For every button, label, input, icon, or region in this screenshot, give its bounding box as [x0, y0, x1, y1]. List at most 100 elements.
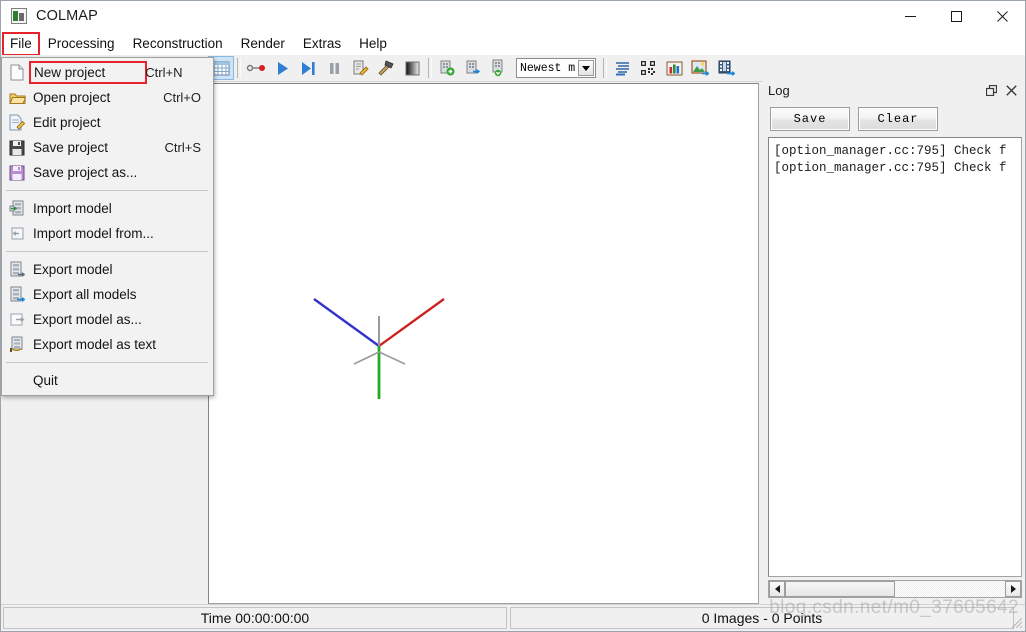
- menu-item-new-project[interactable]: New project Ctrl+N: [2, 60, 213, 85]
- reconstruct-step-icon[interactable]: [295, 56, 321, 80]
- show-log-icon[interactable]: [609, 56, 635, 80]
- minimize-button[interactable]: [887, 1, 933, 32]
- open-folder-icon: [6, 88, 28, 108]
- menu-item-label: Import model from...: [33, 226, 201, 241]
- menu-item-save-project[interactable]: Save project Ctrl+S: [2, 135, 213, 160]
- menu-item-shortcut: Ctrl+S: [165, 140, 213, 155]
- menu-item-edit-project[interactable]: Edit project: [2, 110, 213, 135]
- log-panel-title: Log: [768, 83, 790, 98]
- pause-reconstruction-icon[interactable]: [321, 56, 347, 80]
- grab-image-icon[interactable]: [687, 56, 713, 80]
- save-floppy-icon: [6, 138, 28, 158]
- log-text-area[interactable]: [option_manager.cc:795] Check f [option_…: [768, 137, 1022, 577]
- menu-extras[interactable]: Extras: [294, 33, 350, 55]
- status-bar: Time 00:00:00:00 0 Images - 0 Points: [1, 604, 1025, 631]
- dense-reconstruction-icon[interactable]: [399, 56, 425, 80]
- menu-processing[interactable]: Processing: [39, 33, 124, 55]
- import-model-icon: [6, 199, 28, 219]
- previous-model-icon[interactable]: [486, 56, 512, 80]
- save-as-floppy-icon: [6, 163, 28, 183]
- bundle-adjustment-hammer-icon[interactable]: [373, 56, 399, 80]
- menu-item-import-model[interactable]: Import model: [2, 196, 213, 221]
- add-model-icon[interactable]: [434, 56, 460, 80]
- export-all-models-icon: [6, 285, 28, 305]
- menu-item-label: Export model as text: [33, 337, 201, 352]
- status-time: Time 00:00:00:00: [3, 607, 507, 629]
- export-model-as-text-icon: [6, 335, 28, 355]
- menu-item-import-model-from[interactable]: Import model from...: [2, 221, 213, 246]
- menu-separator: [6, 251, 208, 252]
- menu-item-label: Edit project: [33, 115, 201, 130]
- model-viewer[interactable]: [208, 83, 759, 604]
- toolbar-separator-3: [600, 57, 609, 79]
- menu-item-label: Save project as...: [33, 165, 201, 180]
- scrollbar-track[interactable]: [785, 581, 1005, 597]
- menu-item-label: Export all models: [33, 287, 201, 302]
- window-controls: [887, 1, 1025, 32]
- reconstruction-options-icon[interactable]: [347, 56, 373, 80]
- resize-grip[interactable]: [1009, 615, 1023, 629]
- import-model-from-icon: [6, 224, 28, 244]
- menu-item-label: Save project: [33, 140, 165, 155]
- title-bar: COLMAP: [1, 1, 1025, 32]
- menu-item-save-project-as[interactable]: Save project as...: [2, 160, 213, 185]
- menu-file[interactable]: File: [3, 33, 39, 55]
- menu-item-label: Open project: [33, 90, 163, 105]
- menu-item-label: Import model: [33, 201, 201, 216]
- maximize-button[interactable]: [933, 1, 979, 32]
- status-stats: 0 Images - 0 Points: [510, 607, 1014, 629]
- toolbar-separator-2: [425, 57, 434, 79]
- menu-item-label: Export model as...: [33, 312, 201, 327]
- coordinate-axes-gizmo: [209, 84, 758, 603]
- model-selector-value: Newest m: [517, 62, 578, 75]
- menu-item-shortcut: Ctrl+O: [163, 90, 213, 105]
- statistics-chart-icon[interactable]: [661, 56, 687, 80]
- edit-document-icon: [6, 113, 28, 133]
- menu-separator: [6, 362, 208, 363]
- menu-reconstruction[interactable]: Reconstruction: [124, 33, 232, 55]
- menu-item-quit[interactable]: Quit: [2, 368, 213, 393]
- grab-movie-icon[interactable]: [713, 56, 739, 80]
- export-model-as-icon: [6, 310, 28, 330]
- menu-item-export-model[interactable]: Export model: [2, 257, 213, 282]
- colmap-app-icon: [11, 8, 27, 24]
- menu-separator: [6, 190, 208, 191]
- undock-icon[interactable]: [983, 82, 999, 98]
- file-menu-dropdown: New project Ctrl+N Open project Ctrl+O: [1, 57, 214, 396]
- menu-item-export-model-as[interactable]: Export model as...: [2, 307, 213, 332]
- menu-item-open-project[interactable]: Open project Ctrl+O: [2, 85, 213, 110]
- menu-item-label: Quit: [33, 373, 201, 388]
- new-document-icon: [6, 63, 28, 83]
- next-model-icon[interactable]: [460, 56, 486, 80]
- log-actions: Save Clear: [763, 101, 1025, 131]
- chevron-down-icon[interactable]: [578, 60, 594, 76]
- menu-item-label: New project: [31, 63, 145, 82]
- menu-item-shortcut: Ctrl+N: [145, 65, 194, 80]
- scroll-left-arrow[interactable]: [769, 581, 785, 597]
- window-title: COLMAP: [36, 8, 98, 24]
- log-horizontal-scrollbar[interactable]: [768, 580, 1022, 598]
- menu-help[interactable]: Help: [350, 33, 396, 55]
- close-button[interactable]: [979, 1, 1025, 32]
- save-log-button[interactable]: Save: [770, 107, 850, 131]
- colmap-window: COLMAP File Processing Reconstruction Re…: [0, 0, 1026, 632]
- log-panel: Log Save Clear: [763, 79, 1025, 606]
- scroll-right-arrow[interactable]: [1005, 581, 1021, 597]
- scrollbar-thumb[interactable]: [785, 581, 895, 597]
- feature-extraction-icon[interactable]: [243, 56, 269, 80]
- log-line: [option_manager.cc:795] Check f: [774, 160, 1021, 177]
- menu-item-export-all-models[interactable]: Export all models: [2, 282, 213, 307]
- toolbar-separator: [234, 57, 243, 79]
- menu-render[interactable]: Render: [232, 33, 294, 55]
- match-matrix-icon[interactable]: [635, 56, 661, 80]
- menu-item-label: Export model: [33, 262, 201, 277]
- menu-bar: File Processing Reconstruction Render Ex…: [1, 32, 1025, 55]
- close-icon[interactable]: [1003, 82, 1019, 98]
- model-selector[interactable]: Newest m: [516, 58, 596, 78]
- menu-item-export-model-as-text[interactable]: Export model as text: [2, 332, 213, 357]
- start-reconstruction-icon[interactable]: [269, 56, 295, 80]
- export-model-icon: [6, 260, 28, 280]
- log-line: [option_manager.cc:795] Check f: [774, 143, 1021, 160]
- clear-log-button[interactable]: Clear: [858, 107, 938, 131]
- log-panel-header: Log: [763, 79, 1025, 101]
